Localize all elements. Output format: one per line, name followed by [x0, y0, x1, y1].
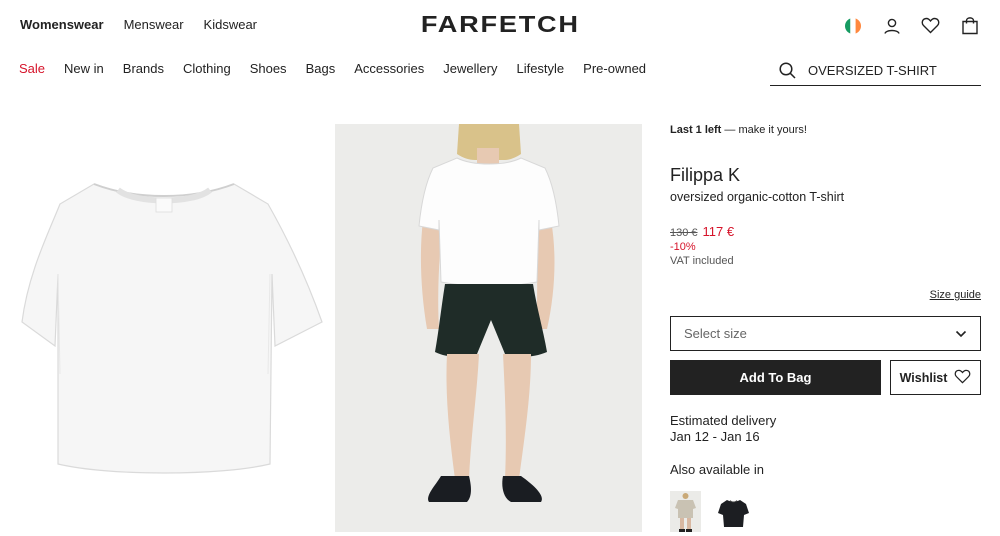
variant-thumbnail[interactable] — [670, 491, 701, 532]
flag-icon[interactable] — [842, 15, 863, 36]
variant-thumbnail[interactable] — [718, 491, 749, 532]
wishlist-label: Wishlist — [899, 370, 948, 385]
cat-lifestyle[interactable]: Lifestyle — [516, 61, 564, 76]
bag-icon[interactable] — [959, 15, 980, 36]
vat-note: VAT included — [670, 255, 734, 267]
cat-sale[interactable]: Sale — [19, 61, 45, 76]
heart-icon[interactable] — [920, 15, 941, 36]
stock-message: Last 1 left — make it yours! — [670, 124, 981, 136]
color-variants — [670, 491, 749, 532]
chevron-down-icon — [955, 326, 967, 341]
heart-icon — [954, 369, 971, 387]
logo-text[interactable]: FARFETCH — [421, 11, 580, 38]
product-image-model[interactable] — [335, 124, 642, 532]
product-info: Last 1 left — make it yours! Filippa K o… — [670, 124, 981, 267]
cat-shoes[interactable]: Shoes — [250, 61, 287, 76]
stock-rest: — make it yours! — [721, 124, 807, 136]
wishlist-button[interactable]: Wishlist — [890, 360, 981, 395]
sale-price: 117 € — [702, 224, 735, 239]
product-brand[interactable]: Filippa K — [670, 165, 981, 186]
category-nav: Sale New in Brands Clothing Shoes Bags A… — [19, 61, 646, 76]
cat-clothing[interactable]: Clothing — [183, 61, 231, 76]
original-price: 130 € — [670, 227, 698, 239]
cat-pre-owned[interactable]: Pre-owned — [583, 61, 646, 76]
product-description: oversized organic-cotton T-shirt — [670, 190, 845, 204]
size-guide-link[interactable]: Size guide — [930, 289, 981, 301]
search-icon[interactable] — [779, 61, 799, 79]
stock-count: Last 1 left — [670, 124, 722, 136]
delivery-label: Estimated delivery — [670, 413, 777, 428]
size-select[interactable]: Select size — [670, 316, 981, 351]
product-image-front[interactable] — [0, 124, 328, 532]
cat-accessories[interactable]: Accessories — [354, 61, 424, 76]
cat-jewellery[interactable]: Jewellery — [443, 61, 497, 76]
discount-badge: -10% — [670, 241, 696, 253]
header-icons — [842, 15, 980, 36]
add-to-bag-button[interactable]: Add To Bag — [670, 360, 881, 395]
search-bar — [770, 55, 981, 86]
size-select-placeholder: Select size — [684, 326, 747, 341]
cat-new-in[interactable]: New in — [64, 61, 104, 76]
price-block: 130 € 117 € — [670, 224, 981, 239]
cat-brands[interactable]: Brands — [123, 61, 164, 76]
also-available-label: Also available in — [670, 462, 764, 477]
delivery-dates: Jan 12 - Jan 16 — [670, 429, 760, 444]
search-input[interactable] — [808, 62, 978, 78]
estimated-delivery: Estimated delivery Jan 12 - Jan 16 — [670, 413, 776, 445]
cat-bags[interactable]: Bags — [306, 61, 336, 76]
account-icon[interactable] — [881, 15, 902, 36]
